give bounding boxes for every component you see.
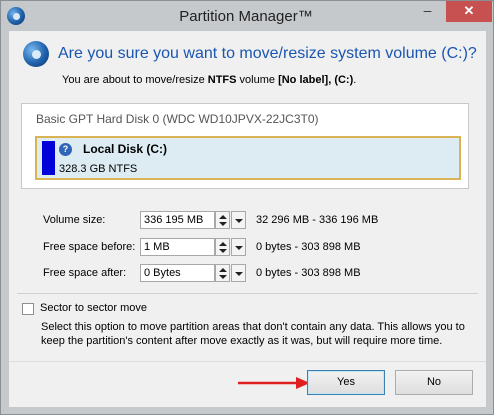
subtitle-label: [No label] [278, 74, 329, 86]
dialog-window: Partition Manager™ – ✕ Are you sure you … [0, 0, 494, 415]
disk-title: Basic GPT Hard Disk 0 (WDC WD10JPVX-22JC… [36, 112, 319, 126]
free-after-spinner[interactable] [215, 264, 230, 282]
sector-to-sector-checkbox[interactable] [22, 303, 34, 315]
no-button[interactable]: No [395, 370, 473, 395]
spin-down-icon[interactable] [219, 275, 227, 279]
title-bar: Partition Manager™ – ✕ [1, 1, 493, 31]
free-before-range: 0 bytes - 303 898 MB [256, 241, 361, 253]
free-before-spinner[interactable] [215, 238, 230, 256]
minimize-button[interactable]: – [410, 1, 445, 21]
close-button[interactable]: ✕ [446, 1, 492, 22]
free-before-input[interactable]: 1 MB [140, 238, 215, 256]
sector-to-sector-label[interactable]: Sector to sector move [40, 302, 147, 314]
free-after-input[interactable]: 0 Bytes [140, 264, 215, 282]
partition-manager-icon [23, 41, 49, 67]
spin-down-icon[interactable] [219, 249, 227, 253]
free-after-range: 0 bytes - 303 898 MB [256, 267, 361, 279]
spin-up-icon[interactable] [219, 242, 227, 246]
disk-map-panel: Basic GPT Hard Disk 0 (WDC WD10JPVX-22JC… [21, 103, 469, 189]
partition-block[interactable]: ? Local Disk (C:) 328.3 GB NTFS [35, 136, 461, 180]
subtitle-prefix: You are about to move/resize [62, 74, 208, 86]
spin-up-icon[interactable] [219, 268, 227, 272]
subtitle-end: . [353, 74, 357, 86]
volume-size-value: 336 195 [144, 214, 184, 226]
volume-size-unit: MB [186, 214, 204, 226]
free-before-label: Free space before: [43, 241, 136, 253]
sector-description: Select this option to move partition are… [41, 321, 465, 347]
partition-manager-icon [7, 7, 25, 25]
subtitle-fs: NTFS [207, 74, 237, 86]
yes-button[interactable]: Yes [307, 370, 385, 395]
partition-name: Local Disk (C:) [83, 142, 168, 156]
chevron-down-icon [235, 219, 243, 223]
partition-info: 328.3 GB NTFS [59, 163, 138, 175]
chevron-down-icon [235, 246, 243, 250]
partition-usage-bar [42, 141, 55, 175]
volume-size-unit-dropdown[interactable] [231, 211, 246, 229]
volume-size-input[interactable]: 336 195 MB [140, 211, 215, 229]
spin-down-icon[interactable] [219, 222, 227, 226]
spin-up-icon[interactable] [219, 215, 227, 219]
free-after-unit-dropdown[interactable] [231, 264, 246, 282]
volume-size-label: Volume size: [43, 214, 106, 226]
help-icon: ? [59, 143, 72, 156]
divider [17, 293, 478, 294]
volume-size-spinner[interactable] [215, 211, 230, 229]
volume-size-range: 32 296 MB - 336 196 MB [256, 214, 379, 226]
dialog-content: Are you sure you want to move/resize sys… [9, 31, 486, 407]
dialog-subtitle: You are about to move/resize NTFS volume… [62, 74, 356, 86]
free-after-label: Free space after: [43, 267, 127, 279]
footer-divider [9, 361, 486, 362]
free-before-unit-dropdown[interactable] [231, 238, 246, 256]
dialog-heading: Are you sure you want to move/resize sys… [58, 45, 477, 62]
window-title: Partition Manager™ [179, 8, 313, 25]
chevron-down-icon [235, 272, 243, 276]
subtitle-drive: (C:) [334, 74, 354, 86]
red-arrow-icon [238, 377, 310, 389]
subtitle-mid: volume [236, 74, 279, 86]
